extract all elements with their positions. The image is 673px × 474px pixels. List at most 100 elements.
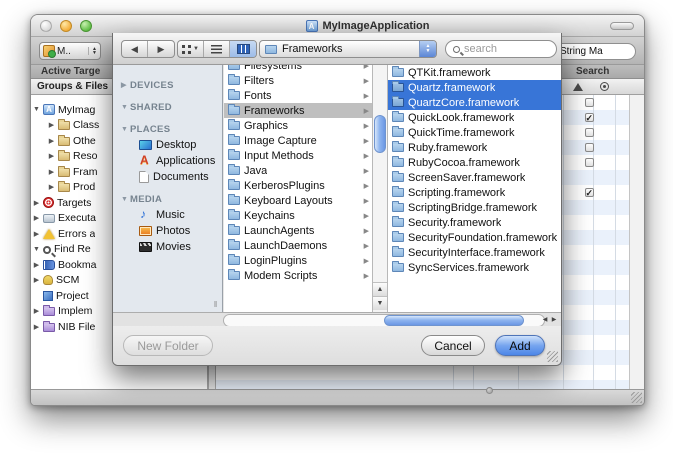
membership-checkbox[interactable] xyxy=(585,143,594,152)
disclosure-triangle-icon[interactable]: ▼ xyxy=(31,246,42,253)
column-view-button[interactable] xyxy=(230,41,256,57)
disclosure-triangle-icon[interactable]: ▶ xyxy=(31,261,42,269)
window-resize-grip[interactable] xyxy=(631,392,642,403)
framework-row[interactable]: RubyCocoa.framework xyxy=(388,155,562,170)
dialog-search-input[interactable] xyxy=(464,43,549,55)
toolbar-toggle-button[interactable] xyxy=(610,22,634,30)
disclosure-triangle-icon[interactable]: ▶ xyxy=(46,152,57,160)
folder-row[interactable]: Input Methods ▶ xyxy=(224,148,372,163)
table-row[interactable] xyxy=(563,170,615,185)
folder-row[interactable]: KerberosPlugins ▶ xyxy=(224,178,372,193)
framework-row[interactable]: ScreenSaver.framework xyxy=(388,170,562,185)
active-target-popup[interactable]: M.. ▲▼ xyxy=(39,42,101,60)
warning-column-icon[interactable] xyxy=(573,83,583,91)
splitter-dimple[interactable] xyxy=(486,387,493,394)
framework-row[interactable]: SecurityInterface.framework xyxy=(388,245,562,260)
sidebar-item[interactable]: Music xyxy=(113,207,222,223)
disclosure-triangle-icon[interactable]: ▼ xyxy=(121,196,130,203)
disclosure-triangle-icon[interactable]: ▶ xyxy=(46,137,57,145)
disclosure-triangle-icon[interactable]: ▶ xyxy=(46,183,57,191)
framework-row[interactable]: Ruby.framework xyxy=(388,140,562,155)
folder-row[interactable]: Keychains ▶ xyxy=(224,208,372,223)
sidebar-item[interactable]: ▼ MEDIA xyxy=(113,191,222,207)
folder-row[interactable]: Modem Scripts ▶ xyxy=(224,268,372,283)
folder-row[interactable]: Keyboard Layouts ▶ xyxy=(224,193,372,208)
new-folder-button[interactable]: New Folder xyxy=(123,335,213,356)
framework-row[interactable]: SyncServices.framework xyxy=(388,260,562,275)
table-row[interactable] xyxy=(563,140,615,155)
table-row[interactable] xyxy=(563,230,615,245)
add-button[interactable]: Add xyxy=(495,335,545,356)
cancel-button[interactable]: Cancel xyxy=(421,335,485,356)
scroll-right-button[interactable]: ▶ xyxy=(550,315,558,326)
folder-row[interactable]: Image Capture ▶ xyxy=(224,133,372,148)
framework-row[interactable]: QuickTime.framework xyxy=(388,125,562,140)
scroll-up-button[interactable]: ▲ xyxy=(373,282,387,296)
table-scrollbar[interactable] xyxy=(629,95,644,389)
framework-row[interactable]: Security.framework xyxy=(388,215,562,230)
sidebar-item[interactable]: ▼ PLACES xyxy=(113,121,222,137)
scroll-left-button[interactable]: ◀ xyxy=(541,315,549,326)
folder-row[interactable]: Filesystems ▶ xyxy=(224,65,372,73)
folder-row[interactable]: Filters ▶ xyxy=(224,73,372,88)
framework-row[interactable]: QuickLook.framework xyxy=(388,110,562,125)
sidebar-resize-grip[interactable]: ‖ xyxy=(209,299,222,311)
column-scrollbar[interactable]: ▲ ▼ xyxy=(372,65,388,312)
disclosure-triangle-icon[interactable]: ▶ xyxy=(31,276,42,284)
xcode-search-input[interactable] xyxy=(560,46,629,57)
membership-checkbox[interactable] xyxy=(585,98,594,107)
framework-row[interactable]: Scripting.framework xyxy=(388,185,562,200)
dialog-resize-grip[interactable] xyxy=(547,351,558,362)
sidebar-item[interactable]: Documents xyxy=(113,169,222,185)
membership-checkbox[interactable] xyxy=(585,188,594,197)
framework-row[interactable]: SecurityFoundation.framework xyxy=(388,230,562,245)
disclosure-triangle-icon[interactable]: ▶ xyxy=(31,214,42,222)
framework-row[interactable]: QTKit.framework xyxy=(388,65,562,80)
table-row[interactable] xyxy=(563,155,615,170)
table-row[interactable] xyxy=(563,185,615,200)
sidebar-item[interactable]: Applications xyxy=(113,153,222,169)
minimize-button[interactable] xyxy=(60,20,72,32)
dialog-search-field[interactable] xyxy=(445,40,557,58)
sidebar-item[interactable]: ▶ DEVICES xyxy=(113,77,222,93)
folder-row[interactable]: LaunchAgents ▶ xyxy=(224,223,372,238)
disclosure-triangle-icon[interactable]: ▶ xyxy=(121,81,130,89)
forward-button[interactable]: ▶ xyxy=(148,41,174,57)
table-row[interactable] xyxy=(563,95,615,110)
sidebar-item[interactable]: Movies xyxy=(113,239,222,255)
folder-row[interactable]: LaunchDaemons ▶ xyxy=(224,238,372,253)
scrollbar-thumb[interactable] xyxy=(374,115,386,153)
icon-view-button[interactable]: ▼ xyxy=(178,41,204,57)
table-row[interactable] xyxy=(563,215,615,230)
close-button[interactable] xyxy=(40,20,52,32)
disclosure-triangle-icon[interactable]: ▶ xyxy=(46,168,57,176)
disclosure-triangle-icon[interactable]: ▶ xyxy=(31,323,42,331)
table-row[interactable] xyxy=(563,200,615,215)
disclosure-triangle-icon[interactable]: ▶ xyxy=(46,121,57,129)
membership-checkbox[interactable] xyxy=(585,158,594,167)
disclosure-triangle-icon[interactable]: ▶ xyxy=(31,199,42,207)
table-row[interactable] xyxy=(563,125,615,140)
disclosure-triangle-icon[interactable]: ▼ xyxy=(31,106,42,113)
folder-row[interactable]: Fonts ▶ xyxy=(224,88,372,103)
location-popup[interactable]: Frameworks ▲▼ xyxy=(259,40,437,58)
folder-row[interactable]: Java ▶ xyxy=(224,163,372,178)
target-column-icon[interactable] xyxy=(600,82,609,91)
folder-row[interactable]: Frameworks ▶ xyxy=(224,103,372,118)
back-button[interactable]: ◀ xyxy=(122,41,148,57)
disclosure-triangle-icon[interactable]: ▶ xyxy=(31,230,42,238)
framework-row[interactable]: QuartzCore.framework xyxy=(388,95,562,110)
membership-checkbox[interactable] xyxy=(585,113,594,122)
disclosure-triangle-icon[interactable]: ▼ xyxy=(121,104,130,111)
membership-checkbox[interactable] xyxy=(585,128,594,137)
sidebar-item[interactable]: ▼ SHARED xyxy=(113,99,222,115)
table-row[interactable] xyxy=(563,110,615,125)
scrollbar-thumb[interactable] xyxy=(384,315,524,326)
list-view-button[interactable] xyxy=(204,41,230,57)
disclosure-triangle-icon[interactable]: ▶ xyxy=(31,307,42,315)
framework-row[interactable]: Quartz.framework xyxy=(388,80,562,95)
sidebar-item[interactable]: Desktop xyxy=(113,137,222,153)
folder-row[interactable]: LoginPlugins ▶ xyxy=(224,253,372,268)
zoom-button[interactable] xyxy=(80,20,92,32)
scroll-down-button[interactable]: ▼ xyxy=(373,296,387,310)
